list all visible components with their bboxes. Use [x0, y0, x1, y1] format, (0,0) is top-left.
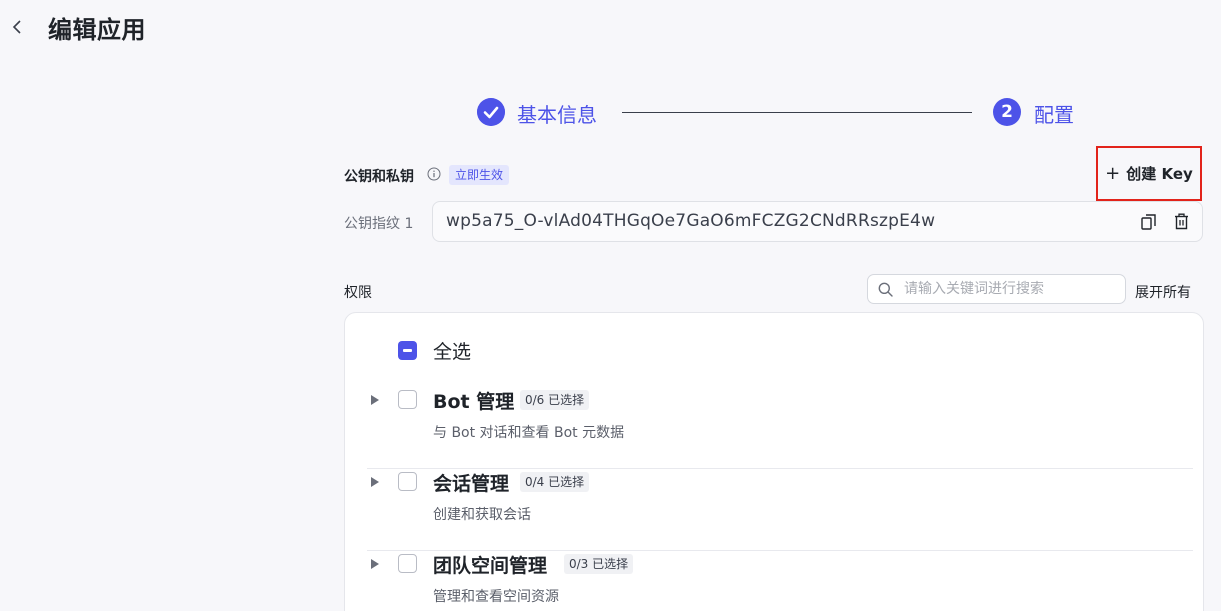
search-icon	[878, 282, 893, 297]
keys-section-label: 公钥和私钥	[344, 169, 414, 185]
instant-effect-tag: 立即生效	[449, 165, 510, 185]
group-selected-count: 0/6 已选择	[520, 390, 590, 410]
group-checkbox[interactable]	[398, 390, 417, 409]
create-key-label: 创建 Key	[1126, 165, 1193, 183]
group-description: 管理和查看空间资源	[433, 589, 559, 605]
create-key-button[interactable]: + 创建 Key	[1096, 146, 1202, 201]
permission-group-bot: Bot 管理 0/6 已选择 与 Bot 对话和查看 Bot 元数据	[345, 387, 1205, 469]
info-icon[interactable]	[427, 167, 441, 181]
permission-group-workspace: 团队空间管理 0/3 已选择 管理和查看空间资源	[345, 551, 1205, 611]
group-checkbox[interactable]	[398, 472, 417, 491]
plus-icon: +	[1105, 163, 1121, 184]
step-basic-info-label: 基本信息	[517, 103, 597, 127]
expand-caret-icon[interactable]	[371, 477, 379, 487]
group-title: 团队空间管理	[433, 555, 548, 577]
delete-trash-icon[interactable]	[1174, 213, 1189, 230]
group-title: 会话管理	[433, 473, 510, 495]
fingerprint-value: wp5a75_O-vlAd04THGqOe7GaO6mFCZG2CNdRRszp…	[446, 211, 936, 231]
step-done-check-icon	[477, 98, 505, 126]
stepper: 基本信息 2 配置	[477, 98, 1077, 128]
fingerprint-field: wp5a75_O-vlAd04THGqOe7GaO6mFCZG2CNdRRszp…	[432, 201, 1203, 242]
back-chevron-icon[interactable]	[8, 14, 26, 40]
group-description: 与 Bot 对话和查看 Bot 元数据	[433, 425, 625, 441]
step-config-label: 配置	[1034, 103, 1074, 127]
page-header: 编辑应用	[0, 0, 1221, 60]
expand-caret-icon[interactable]	[371, 395, 379, 405]
permission-search-box	[867, 274, 1126, 304]
permissions-label: 权限	[344, 285, 372, 301]
search-input[interactable]	[904, 275, 1119, 303]
expand-caret-icon[interactable]	[371, 559, 379, 569]
group-checkbox[interactable]	[398, 554, 417, 573]
step-connector-line	[622, 112, 972, 113]
group-selected-count: 0/3 已选择	[564, 554, 634, 574]
page-title: 编辑应用	[48, 16, 146, 44]
step-config-number: 2	[993, 98, 1021, 126]
group-description: 创建和获取会话	[433, 507, 531, 523]
copy-icon[interactable]	[1141, 214, 1156, 230]
select-all-checkbox[interactable]	[398, 340, 417, 360]
select-all-label: 全选	[433, 340, 472, 363]
select-all-row[interactable]: 全选	[398, 338, 472, 363]
permissions-panel: 全选 Bot 管理 0/6 已选择 与 Bot 对话和查看 Bot 元数据 会话…	[344, 312, 1204, 611]
fingerprint-label: 公钥指纹 1	[344, 216, 414, 232]
group-title: Bot 管理	[433, 391, 515, 413]
expand-all-link[interactable]: 展开所有	[1135, 282, 1191, 302]
group-selected-count: 0/4 已选择	[520, 472, 590, 492]
permission-group-conversation: 会话管理 0/4 已选择 创建和获取会话	[345, 469, 1205, 551]
